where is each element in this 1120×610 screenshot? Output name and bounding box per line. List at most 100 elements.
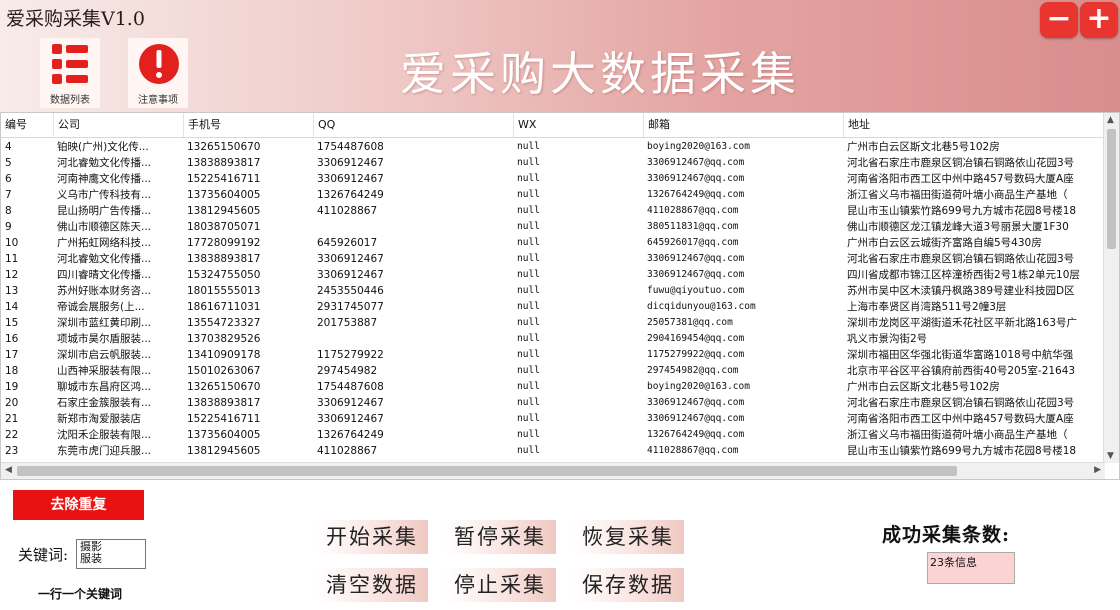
table-cell: 411028867@qq.com [647, 205, 739, 216]
dedupe-button[interactable]: 去除重复 [13, 490, 144, 520]
table-row[interactable]: 7 义乌市广传科技有... 13735604005 1326764249 null 132… [1, 187, 1105, 203]
scroll-down-icon[interactable]: ▼ [1107, 451, 1114, 461]
table-row[interactable]: 23 东莞市虎门迎兵服... 13812945605 411028867 null 411… [1, 443, 1105, 459]
table-cell: 佛山市顺德区龙江镇龙峰大道3号丽景大厦1F30 [847, 221, 1069, 233]
table-row[interactable]: 15 深圳市蓝红黄印刷... 13554723327 201753887 null 250… [1, 315, 1105, 331]
table-row[interactable]: 12 四川睿晴文化传播... 15324755050 3306912467 null 33… [1, 267, 1105, 283]
clear-button[interactable]: 清空数据 [318, 568, 428, 602]
expand-button[interactable]: + [1080, 2, 1118, 38]
table-cell: 四川睿晴文化传播... [57, 269, 152, 281]
table-cell: 13 [5, 285, 19, 297]
table-cell: 东莞市虎门迎兵服... [57, 445, 152, 457]
table-cell: null [517, 237, 540, 248]
column-header[interactable]: 公司 [53, 113, 183, 137]
table-row[interactable]: 14 帝诚会展服务(上... 18616711031 2931745077 null di… [1, 299, 1105, 315]
start-button[interactable]: 开始采集 [318, 520, 428, 554]
table-cell: 广州市白云区斯文北巷5号102房 [847, 381, 1000, 393]
table-cell: 13703829526 [187, 333, 261, 345]
table-cell: null [517, 317, 540, 328]
table-cell: 河南省洛阳市西工区中州中路457号数码大厦A座 [847, 413, 1074, 425]
data-grid[interactable]: 编号 公司 手机号 QQ WX 邮箱 地址 4 铂映(广州)文化传... 13265… [0, 112, 1120, 480]
table-cell: 上海市奉贤区肖湾路511号2幢3层 [847, 301, 1007, 313]
table-cell: 13554723327 [187, 317, 261, 329]
scroll-up-icon[interactable]: ▲ [1107, 115, 1114, 125]
table-cell: boying2020@163.com [647, 381, 750, 392]
table-row[interactable]: 21 新郑市淘爱服装店 15225416711 3306912467 null 33069… [1, 411, 1105, 427]
table-cell: 深圳市启云帆服装... [57, 349, 152, 361]
table-row[interactable]: 16 项城市昊尔盾服装... 13703829526 null 2904169454@q… [1, 331, 1105, 347]
table-cell: 巩义市景沟街2号 [847, 333, 928, 345]
table-cell: 15225416711 [187, 413, 261, 425]
table-cell: 13812945605 [187, 205, 261, 217]
scroll-right-icon[interactable]: ▶ [1094, 465, 1101, 475]
notes-tile[interactable]: 注意事项 [128, 38, 188, 108]
horizontal-scroll-thumb[interactable] [17, 466, 957, 476]
table-cell: 广州市白云区云城街齐富路自编5号430房 [847, 237, 1042, 249]
vertical-scrollbar[interactable]: ▲ ▼ [1103, 113, 1119, 463]
column-header[interactable]: QQ [313, 113, 513, 137]
table-cell: 16 [5, 333, 19, 345]
column-header[interactable]: WX [513, 113, 643, 137]
table-cell: 13838893817 [187, 253, 261, 265]
table-row[interactable]: 5 河北睿勉文化传播... 13838893817 3306912467 null 330… [1, 155, 1105, 171]
table-cell: 广州市白云区斯文北巷5号102房 [847, 141, 1000, 153]
table-cell: 3306912467@qq.com [647, 173, 745, 184]
table-row[interactable]: 11 河北睿勉文化传播... 13838893817 3306912467 null 33… [1, 251, 1105, 267]
table-row[interactable]: 4 铂映(广州)文化传... 13265150670 1754487608 null bo… [1, 139, 1105, 155]
count-label: 成功采集条数: [882, 524, 1011, 546]
table-cell: 昆山市玉山镇紫竹路699号九方城市花园8号楼18 [847, 445, 1077, 457]
table-row[interactable]: 17 深圳市启云帆服装... 13410909178 1175279922 null 11… [1, 347, 1105, 363]
table-cell: 3306912467 [317, 397, 384, 409]
table-cell: 新郑市淘爱服装店 [57, 413, 141, 425]
table-cell: 沈阳禾企服装有限... [57, 429, 152, 441]
table-row[interactable]: 10 广州拓虹网络科技... 17728099192 645926017 null 645… [1, 235, 1105, 251]
table-cell: 17728099192 [187, 237, 261, 249]
table-cell: dicqidunyou@163.com [647, 301, 756, 312]
column-header[interactable]: 手机号 [183, 113, 313, 137]
table-row[interactable]: 18 山西神采服装有限... 15010263067 297454982 null 297… [1, 363, 1105, 379]
table-row[interactable]: 6 河南神鹰文化传播... 15225416711 3306912467 null 330… [1, 171, 1105, 187]
table-cell: 17 [5, 349, 19, 361]
notes-label: 注意事项 [138, 95, 178, 106]
table-cell: null [517, 285, 540, 296]
table-cell: 411028867@qq.com [647, 445, 739, 456]
table-row[interactable]: 8 昆山扬明广告传播... 13812945605 411028867 null 4110… [1, 203, 1105, 219]
table-row[interactable]: 9 佛山市顺德区陈天... 18038705071 null 380511831@qq.… [1, 219, 1105, 235]
table-cell: 15225416711 [187, 173, 261, 185]
column-header[interactable]: 编号 [1, 113, 53, 137]
table-cell: 3306912467@qq.com [647, 413, 745, 424]
table-cell: 11 [5, 253, 19, 265]
minimize-button[interactable]: − [1040, 2, 1078, 38]
table-cell: 广州拓虹网络科技... [57, 237, 152, 249]
table-cell: null [517, 269, 540, 280]
horizontal-scrollbar[interactable]: ◀ ▶ [1, 462, 1105, 479]
table-cell: 3306912467@qq.com [647, 157, 745, 168]
table-cell: null [517, 253, 540, 264]
table-row[interactable]: 20 石家庄金簇服装有... 13838893817 3306912467 null 33… [1, 395, 1105, 411]
table-cell: null [517, 349, 540, 360]
resume-button[interactable]: 恢复采集 [574, 520, 684, 554]
vertical-scroll-thumb[interactable] [1107, 129, 1116, 249]
count-value: 23条信息 [927, 552, 1015, 584]
table-cell: 297454982@qq.com [647, 365, 739, 376]
column-header[interactable]: 地址 [843, 113, 1105, 137]
data-list-tile[interactable]: 数据列表 [40, 38, 100, 108]
table-row[interactable]: 13 苏州好账本财务咨... 18015555013 2453550446 null fu… [1, 283, 1105, 299]
table-cell: boying2020@163.com [647, 141, 750, 152]
keyword-input[interactable]: 摄影 服装 [76, 539, 146, 569]
stop-button[interactable]: 停止采集 [446, 568, 556, 602]
scroll-left-icon[interactable]: ◀ [5, 465, 12, 475]
table-cell: 645926017 [317, 237, 378, 249]
keyword-label: 关键词: [18, 546, 69, 564]
table-row[interactable]: 22 沈阳禾企服装有限... 13735604005 1326764249 null 13… [1, 427, 1105, 443]
table-cell: 3306912467 [317, 413, 384, 425]
column-header[interactable]: 邮箱 [643, 113, 843, 137]
table-cell: 18015555013 [187, 285, 261, 297]
save-button[interactable]: 保存数据 [574, 568, 684, 602]
pause-button[interactable]: 暂停采集 [446, 520, 556, 554]
table-cell: null [517, 333, 540, 344]
table-cell: 昆山市玉山镇紫竹路699号九方城市花园8号楼18 [847, 205, 1077, 217]
table-cell: 13812945605 [187, 445, 261, 457]
table-cell: 12 [5, 269, 19, 281]
table-row[interactable]: 19 聊城市东昌府区鸿... 13265150670 1754487608 null bo… [1, 379, 1105, 395]
